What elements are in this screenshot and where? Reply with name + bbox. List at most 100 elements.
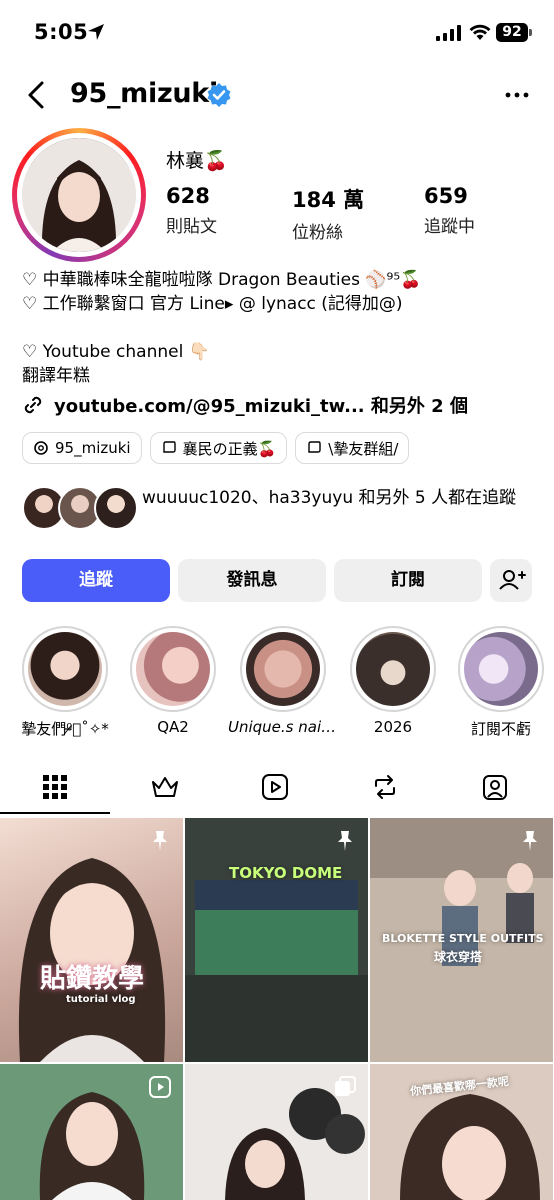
reel-icon (149, 1076, 171, 1098)
more-options-icon[interactable] (502, 82, 532, 108)
highlight-ring (22, 626, 108, 712)
highlight-item[interactable]: 訂閱不虧 (458, 626, 544, 739)
add-person-button[interactable] (490, 559, 532, 602)
link-icon (24, 396, 42, 414)
highlight-cover (356, 632, 430, 706)
highlight-cover (246, 632, 320, 706)
highlight-label: 摯友們⁰̷̴͐˚✧* (21, 720, 109, 738)
highlight-cover (136, 632, 210, 706)
bio-line: 翻譯年糕 (22, 366, 90, 386)
crown-icon (152, 777, 178, 797)
tab-tagged[interactable] (440, 760, 550, 814)
avatar-photo (22, 138, 136, 252)
chip-label: \摯友群組/ (328, 439, 399, 458)
tab-reels[interactable] (220, 760, 330, 814)
subscribe-button[interactable]: 訂閱 (334, 559, 482, 602)
profile-bio: ♡ 中華職棒味全龍啦啦隊 Dragon Beauties ⚾️⁹⁵🍒 ♡ 工作聯… (22, 268, 542, 388)
post-thumbnail[interactable]: BLOKETTE STYLE OUTFITS 球衣穿搭 (370, 818, 553, 1062)
following-count: 659 (424, 184, 468, 208)
chip-label: 95_mizuki (55, 439, 131, 457)
channel-icon (162, 441, 176, 453)
highlight-label: 訂閱不虧 (470, 720, 531, 738)
mutual-followers-text[interactable]: wuuuuc1020、ha33yuyu 和另外 5 人都在追蹤 (142, 486, 542, 510)
highlight-label: 2026 (373, 718, 413, 736)
post-thumbnail[interactable] (185, 1064, 368, 1200)
bio-line (22, 316, 542, 340)
profile-avatar[interactable] (12, 128, 146, 262)
status-bar: 5:05 92 (0, 0, 554, 64)
post-image (18, 858, 166, 1062)
tab-reposts[interactable] (330, 760, 440, 814)
grid-icon (43, 775, 67, 799)
post-overlay-text: BLOKETTE STYLE OUTFITS (382, 932, 544, 945)
chip-label: 襄民の正義🍒 (182, 439, 277, 458)
highlight-item[interactable]: 2026 (350, 626, 436, 736)
profile-tabs (0, 760, 554, 814)
profile-header: 95_mizuki (0, 70, 554, 120)
channel-icon (308, 441, 321, 453)
following-stat[interactable]: 659 追蹤中 (424, 184, 475, 237)
following-label: 追蹤中 (424, 217, 475, 237)
highlight-ring (350, 626, 436, 712)
threads-chip[interactable]: 95_mizuki (22, 432, 142, 464)
avatar (94, 486, 138, 530)
avatar-illustration (22, 138, 136, 252)
posts-stat[interactable]: 628 則貼文 (166, 184, 217, 237)
followers-label: 位粉絲 (292, 223, 343, 243)
profile-link[interactable]: youtube.com/@95_mizuki_tw... 和另外 2 個 (22, 392, 468, 418)
highlight-ring (130, 626, 216, 712)
post-overlay-subtext: tutorial vlog (66, 994, 136, 1005)
pin-icon (338, 831, 352, 851)
post-thumbnail[interactable]: 貼鑽教學 tutorial vlog (0, 818, 183, 1062)
highlight-item[interactable]: QA2 (130, 626, 216, 736)
highlight-cover (464, 632, 538, 706)
bio-line: ♡ 中華職棒味全龍啦啦隊 Dragon Beauties ⚾️⁹⁵🍒 (22, 270, 422, 290)
display-name: 林襄🍒 (166, 150, 228, 172)
profile-chips: 95_mizuki 襄民の正義🍒 \摯友群組/ (22, 432, 410, 464)
status-time: 5:05 (34, 20, 89, 44)
highlight-label: QA2 (157, 718, 189, 736)
highlight-ring (458, 626, 544, 712)
highlight-label: Unique.s nail... (228, 718, 338, 736)
profile-username: 95_mizuki (70, 78, 218, 109)
highlight-ring (240, 626, 326, 712)
posts-count: 628 (166, 184, 210, 208)
tab-posts[interactable] (0, 760, 110, 814)
followers-count: 184 萬 (292, 188, 365, 212)
post-thumbnail[interactable] (0, 1064, 183, 1200)
threads-icon (34, 441, 48, 455)
wifi-icon (469, 24, 491, 40)
follow-button[interactable]: 追蹤 (22, 559, 170, 602)
cellular-signal-icon (436, 25, 461, 41)
post-thumbnail[interactable]: 你們最喜歡哪一款呢 (370, 1064, 553, 1200)
message-button[interactable]: 發訊息 (178, 559, 326, 602)
post-image (185, 818, 368, 1062)
battery-tip (529, 29, 532, 36)
post-overlay-subtext: 球衣穿搭 (434, 950, 483, 964)
battery-indicator: 92 (496, 23, 528, 42)
reposts-icon (375, 775, 395, 799)
add-person-icon (499, 570, 526, 590)
posts-label: 則貼文 (166, 217, 217, 237)
channel-chip[interactable]: 襄民の正義🍒 (149, 432, 288, 464)
location-arrow-icon (88, 24, 104, 40)
tab-subscriptions[interactable] (110, 760, 220, 814)
profile-link-text: youtube.com/@95_mizuki_tw... 和另外 2 個 (54, 396, 468, 417)
tagged-icon (483, 775, 507, 800)
highlight-item[interactable]: Unique.s nail... (228, 626, 338, 736)
followers-stat[interactable]: 184 萬 位粉絲 (292, 184, 364, 243)
back-arrow-icon[interactable] (24, 80, 50, 110)
reels-icon (262, 774, 288, 800)
highlight-cover (28, 632, 102, 706)
pin-icon (523, 831, 537, 851)
avatar-border (17, 133, 141, 257)
post-overlay-text: TOKYO DOME (229, 864, 343, 882)
post-overlay-text: 貼鑽教學 (40, 964, 145, 994)
pin-icon (153, 831, 167, 851)
bio-line: ♡ Youtube channel 👇🏻 (22, 342, 210, 362)
channel-chip[interactable]: \摯友群組/ (295, 432, 410, 464)
carousel-icon (335, 1076, 356, 1096)
highlight-item[interactable]: 摯友們⁰̷̴͐˚✧* (21, 626, 109, 739)
verified-badge-icon (207, 83, 231, 107)
post-thumbnail[interactable]: TOKYO DOME (185, 818, 368, 1062)
